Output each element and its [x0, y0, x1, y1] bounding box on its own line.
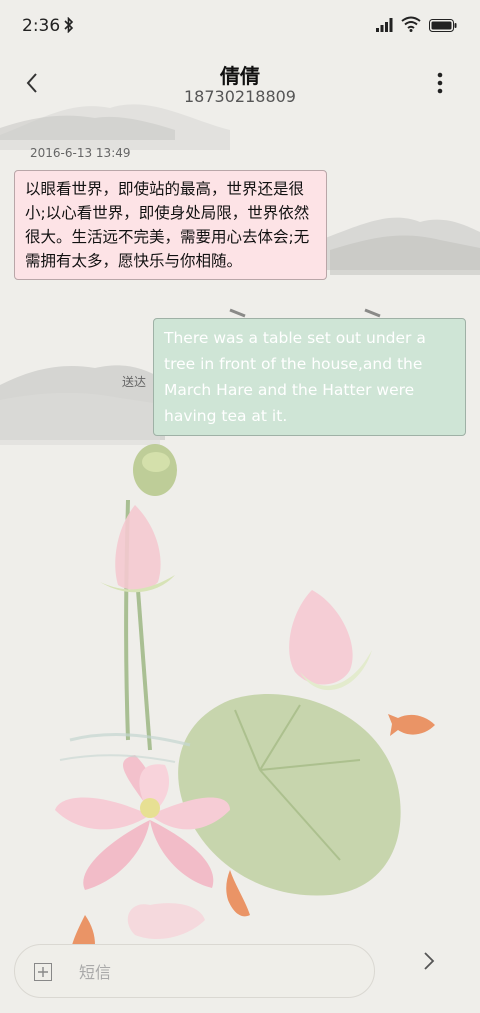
send-arrow-icon [424, 952, 435, 970]
message-timestamp: 2016-6-13 13:49 [30, 146, 131, 160]
bluetooth-icon [64, 17, 74, 33]
incoming-message-text: 以眼看世界，即使站的最高，世界还是很小;以心看世界，即使身处局限，世界依然很大。… [25, 180, 310, 270]
message-input[interactable] [79, 958, 359, 986]
wifi-icon [401, 16, 421, 32]
more-vertical-icon [437, 72, 443, 94]
contact-name: 倩倩 [220, 64, 260, 88]
send-button[interactable] [414, 946, 444, 976]
contact-number: 18730218809 [184, 87, 296, 106]
incoming-message-bubble[interactable]: 以眼看世界，即使站的最高，世界还是很小;以心看世界，即使身处局限，世界依然很大。… [14, 170, 327, 280]
delivery-status: 送达 [122, 375, 147, 389]
status-time: 2:36 [22, 16, 61, 36]
status-bar: 2:36 [0, 0, 480, 52]
conversation-header: 倩倩 18730218809 [0, 56, 480, 110]
message-composer [14, 944, 375, 998]
battery-icon [429, 19, 457, 32]
more-options-button[interactable] [428, 68, 452, 98]
outgoing-message-text: There was a table set out under a tree i… [164, 329, 426, 425]
attach-plus-icon[interactable] [34, 963, 52, 981]
signal-icon [376, 18, 393, 32]
outgoing-message-bubble[interactable]: There was a table set out under a tree i… [153, 318, 466, 436]
